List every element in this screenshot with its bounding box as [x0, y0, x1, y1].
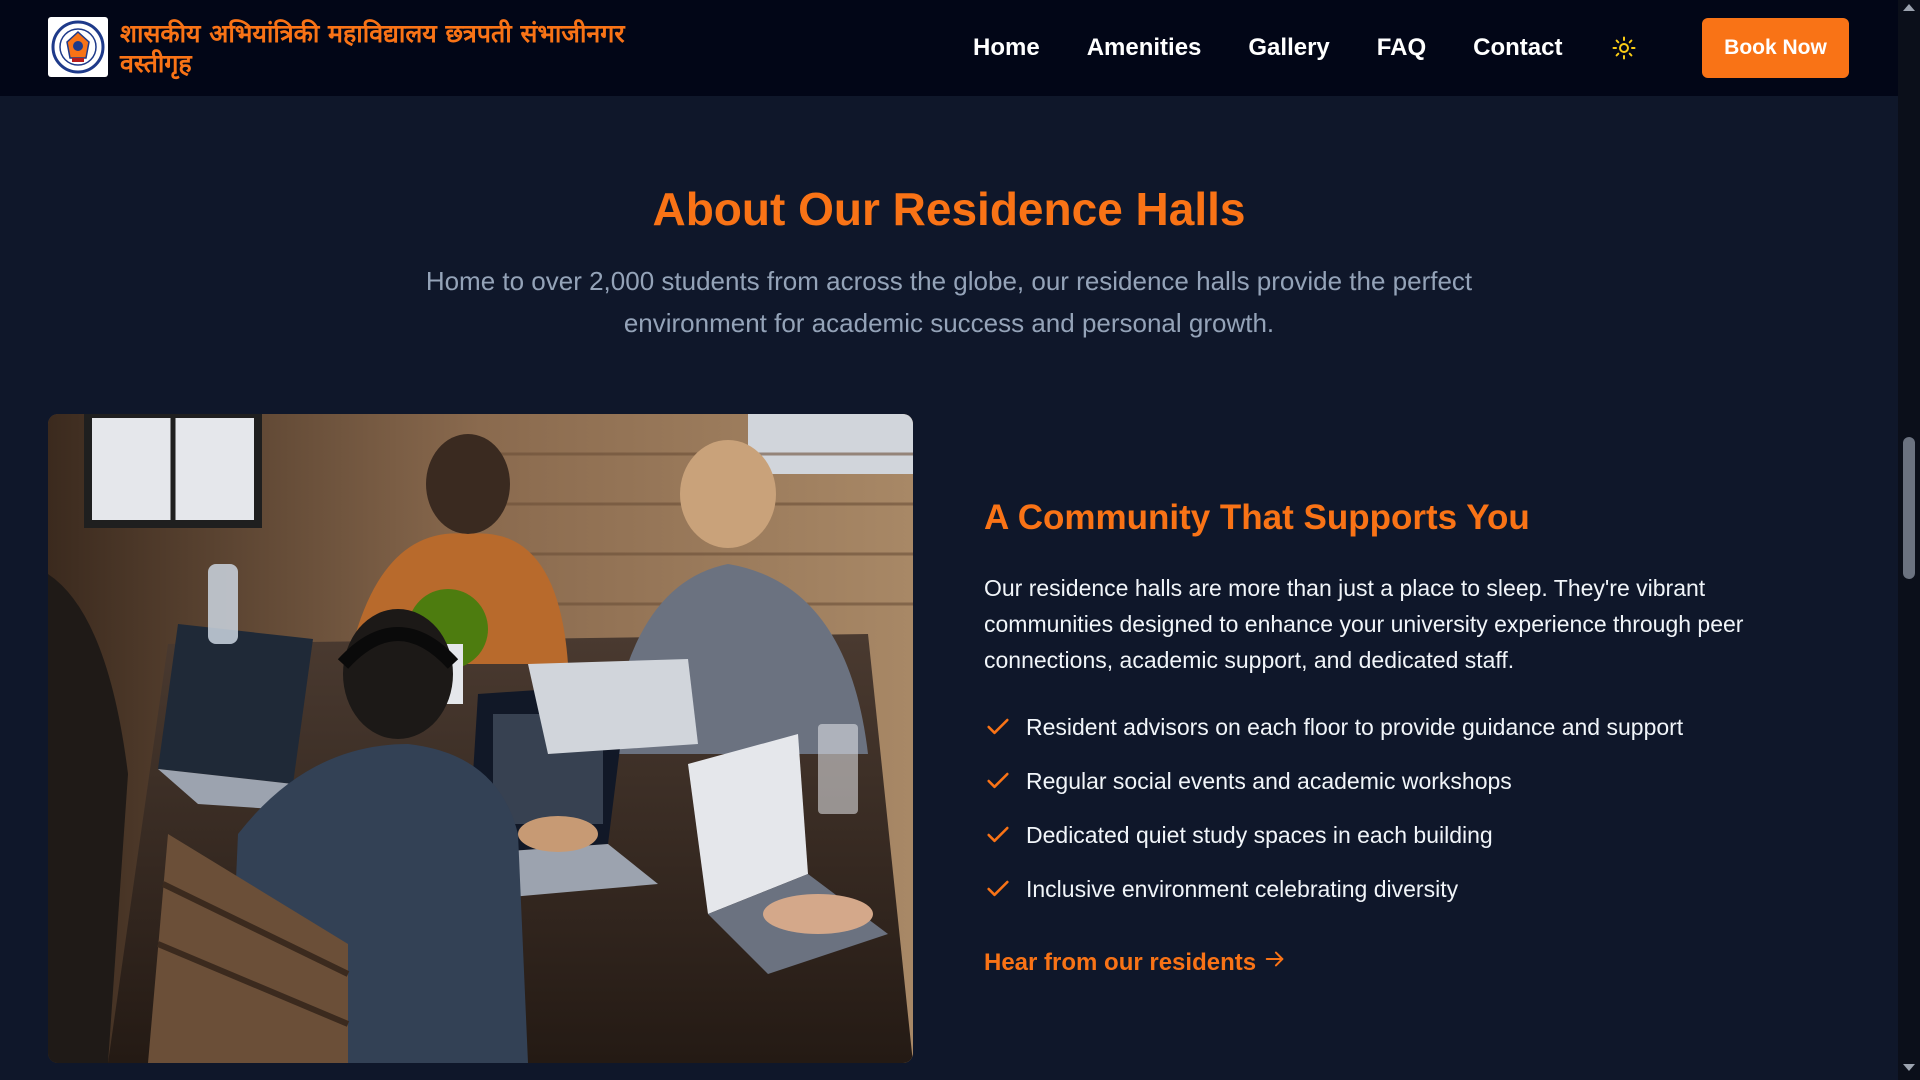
- section-title: About Our Residence Halls: [652, 183, 1246, 235]
- check-icon: [984, 874, 1014, 904]
- hear-from-residents-link[interactable]: Hear from our residents: [984, 948, 1286, 977]
- brand[interactable]: शासकीय अभियांत्रिकी महाविद्यालय छत्रपती …: [48, 17, 700, 79]
- main-nav: Home Amenities Gallery FAQ Contact: [973, 0, 1609, 96]
- check-icon: [984, 820, 1014, 850]
- nav-gallery[interactable]: Gallery: [1248, 34, 1329, 62]
- feature-text: Dedicated quiet study spaces in each bui…: [1026, 821, 1493, 848]
- nav-contact[interactable]: Contact: [1473, 34, 1562, 62]
- section-subtitle: Home to over 2,000 students from across …: [425, 266, 1473, 338]
- feature-text: Inclusive environment celebrating divers…: [1026, 875, 1459, 902]
- sun-icon[interactable]: [1610, 34, 1638, 62]
- scroll-down-icon[interactable]: [1903, 1064, 1915, 1071]
- scrollbar-thumb[interactable]: [1903, 437, 1915, 579]
- feature-text: Resident advisors on each floor to provi…: [1026, 713, 1684, 740]
- scroll-up-icon[interactable]: [1903, 4, 1915, 11]
- students-photo: [48, 414, 913, 1063]
- navbar: शासकीय अभियांत्रिकी महाविद्यालय छत्रपती …: [0, 0, 1898, 96]
- feature-text: Regular social events and academic works…: [1026, 767, 1512, 794]
- book-now-button[interactable]: Book Now: [1702, 18, 1849, 78]
- check-icon: [984, 712, 1014, 742]
- list-item: Inclusive environment celebrating divers…: [984, 862, 1683, 916]
- arrow-right-icon: [1264, 948, 1286, 977]
- feature-list: Resident advisors on each floor to provi…: [984, 700, 1683, 916]
- check-icon: [984, 766, 1014, 796]
- list-item: Dedicated quiet study spaces in each bui…: [984, 808, 1683, 862]
- community-description: Our residence halls are more than just a…: [984, 575, 1744, 673]
- brand-title: शासकीय अभियांत्रिकी महाविद्यालय छत्रपती …: [120, 19, 625, 78]
- residents-link-label: Hear from our residents: [984, 948, 1257, 976]
- list-item: Resident advisors on each floor to provi…: [984, 700, 1683, 754]
- nav-amenities[interactable]: Amenities: [1087, 34, 1202, 62]
- page-scrollbar[interactable]: [1898, 0, 1920, 1080]
- nav-home[interactable]: Home: [973, 34, 1040, 62]
- community-title: A Community That Supports You: [984, 498, 1530, 537]
- college-logo: [48, 17, 108, 77]
- nav-faq[interactable]: FAQ: [1377, 34, 1426, 62]
- list-item: Regular social events and academic works…: [984, 754, 1683, 808]
